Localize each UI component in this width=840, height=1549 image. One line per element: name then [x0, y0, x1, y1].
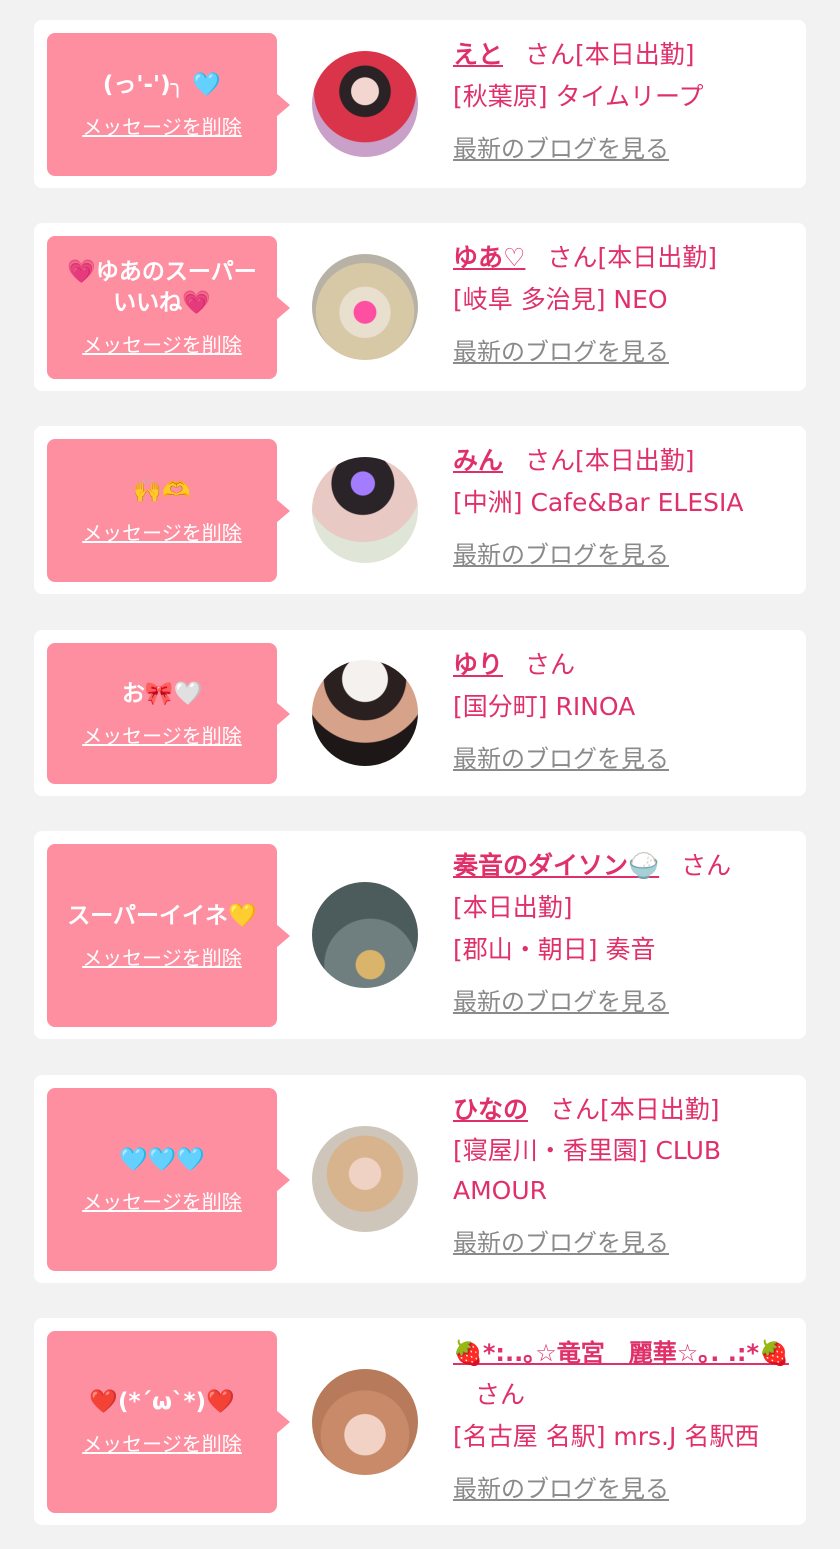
shop-text: [郡山・朝日] 奏音	[453, 935, 656, 964]
profile-name-link[interactable]: ゆり	[453, 650, 503, 679]
profile-info: 奏音のダイソン🍚 さん [本日出勤] [郡山・朝日] 奏音 最新のブログを見る	[453, 845, 790, 1023]
list-item: 🩵🩵🩵 メッセージを削除 ひなの さん[本日出勤] [寝屋川・香里園] CLUB …	[34, 1075, 806, 1283]
list-item: スーパーイイネ💛 メッセージを削除 奏音のダイソン🍚 さん [本日出勤] [郡山・…	[34, 831, 806, 1039]
delete-message-link[interactable]: メッセージを削除	[82, 329, 242, 358]
profile-info: みん さん[本日出勤] [中洲] Cafe&Bar ELESIA 最新のブログを見…	[453, 440, 790, 576]
status-text: [本日出勤]	[600, 1095, 720, 1124]
profile-name-link[interactable]: えと	[453, 40, 503, 69]
profile-info: ゆり さん [国分町] RINOA 最新のブログを見る	[453, 644, 790, 780]
latest-blog-link[interactable]: 最新のブログを見る	[453, 1468, 669, 1510]
message-text: (っ'-')╮ 🩵	[102, 71, 222, 98]
honorific: さん	[475, 1380, 526, 1409]
list-item: ❤️(*´ω`*)❤️ メッセージを削除 🍓*:..｡☆竜宮 麗華☆｡. .:*…	[34, 1318, 806, 1525]
avatar[interactable]	[312, 254, 418, 360]
shop-text: [秋葉原] タイムリープ	[453, 82, 704, 111]
message-bubble: 💗ゆあのスーパーいいね💗 メッセージを削除	[47, 236, 290, 379]
honorific: さん	[525, 40, 576, 69]
latest-blog-link[interactable]: 最新のブログを見る	[453, 1222, 669, 1264]
message-text: ❤️(*´ω`*)❤️	[89, 1389, 235, 1415]
profile-info: ゆあ♡ さん[本日出勤] [岐阜 多治見] NEO 最新のブログを見る	[453, 237, 790, 373]
profile-info: えと さん[本日出勤] [秋葉原] タイムリープ 最新のブログを見る	[453, 34, 790, 170]
avatar[interactable]	[312, 51, 418, 157]
latest-blog-link[interactable]: 最新のブログを見る	[453, 981, 669, 1023]
delete-message-link[interactable]: メッセージを削除	[82, 942, 242, 971]
message-bubble: お🎀🤍 メッセージを削除	[47, 643, 290, 784]
message-text: スーパーイイネ💛	[67, 902, 257, 929]
message-text: 🙌🫶	[133, 477, 191, 504]
profile-name-link[interactable]: 🍓*:..｡☆竜宮 麗華☆｡. .:*🍓	[453, 1339, 789, 1367]
message-bubble: (っ'-')╮ 🩵 メッセージを削除	[47, 33, 290, 176]
shop-text: [国分町] RINOA	[453, 692, 636, 721]
message-bubble: 🙌🫶 メッセージを削除	[47, 439, 290, 582]
message-text: 🩵🩵🩵	[119, 1146, 205, 1173]
delete-message-link[interactable]: メッセージを削除	[82, 1428, 242, 1457]
shop-text: [名古屋 名駅] mrs.J 名駅西	[453, 1422, 760, 1451]
profile-name-link[interactable]: みん	[453, 446, 503, 475]
delete-message-link[interactable]: メッセージを削除	[82, 517, 242, 546]
honorific: さん	[525, 650, 576, 679]
honorific: さん	[550, 1095, 601, 1124]
list-item: お🎀🤍 メッセージを削除 ゆり さん [国分町] RINOA 最新のブログを見る	[34, 630, 806, 796]
list-item: (っ'-')╮ 🩵 メッセージを削除 えと さん[本日出勤] [秋葉原] タイムリ…	[34, 20, 806, 188]
shop-text: [岐阜 多治見] NEO	[453, 285, 668, 314]
profile-info: ひなの さん[本日出勤] [寝屋川・香里園] CLUB AMOUR 最新のブログを…	[453, 1089, 790, 1264]
message-bubble: 🩵🩵🩵 メッセージを削除	[47, 1088, 290, 1271]
profile-name-link[interactable]: 奏音のダイソン🍚	[453, 851, 659, 880]
latest-blog-link[interactable]: 最新のブログを見る	[453, 738, 669, 780]
delete-message-link[interactable]: メッセージを削除	[82, 111, 242, 140]
avatar[interactable]	[312, 660, 418, 766]
avatar[interactable]	[312, 457, 418, 563]
status-text: [本日出勤]	[597, 243, 717, 272]
message-text: 💗ゆあのスーパーいいね💗	[67, 259, 257, 316]
latest-blog-link[interactable]: 最新のブログを見る	[453, 331, 669, 373]
honorific: さん	[681, 851, 732, 880]
status-text: [本日出勤]	[575, 40, 695, 69]
message-text: お🎀🤍	[121, 680, 203, 707]
profile-name-link[interactable]: ゆあ♡	[453, 243, 525, 272]
honorific: さん	[547, 243, 598, 272]
avatar[interactable]	[312, 1369, 418, 1475]
shop-text: [寝屋川・香里園] CLUB AMOUR	[453, 1136, 722, 1205]
profile-name-link[interactable]: ひなの	[453, 1095, 528, 1124]
message-bubble: スーパーイイネ💛 メッセージを削除	[47, 844, 290, 1027]
shop-text: [中洲] Cafe&Bar ELESIA	[453, 488, 744, 517]
status-text: [本日出勤]	[575, 446, 695, 475]
message-bubble: ❤️(*´ω`*)❤️ メッセージを削除	[47, 1331, 290, 1513]
list-item: 💗ゆあのスーパーいいね💗 メッセージを削除 ゆあ♡ さん[本日出勤] [岐阜 多治…	[34, 223, 806, 391]
avatar[interactable]	[312, 1126, 418, 1232]
delete-message-link[interactable]: メッセージを削除	[82, 1186, 242, 1215]
profile-info: 🍓*:..｡☆竜宮 麗華☆｡. .:*🍓 さん [名古屋 名駅] mrs.J 名駅…	[453, 1332, 790, 1510]
status-text: [本日出勤]	[453, 893, 573, 922]
list-item: 🙌🫶 メッセージを削除 みん さん[本日出勤] [中洲] Cafe&Bar ELE…	[34, 426, 806, 594]
honorific: さん	[525, 446, 576, 475]
delete-message-link[interactable]: メッセージを削除	[82, 720, 242, 749]
latest-blog-link[interactable]: 最新のブログを見る	[453, 534, 669, 576]
latest-blog-link[interactable]: 最新のブログを見る	[453, 128, 669, 170]
avatar[interactable]	[312, 882, 418, 988]
